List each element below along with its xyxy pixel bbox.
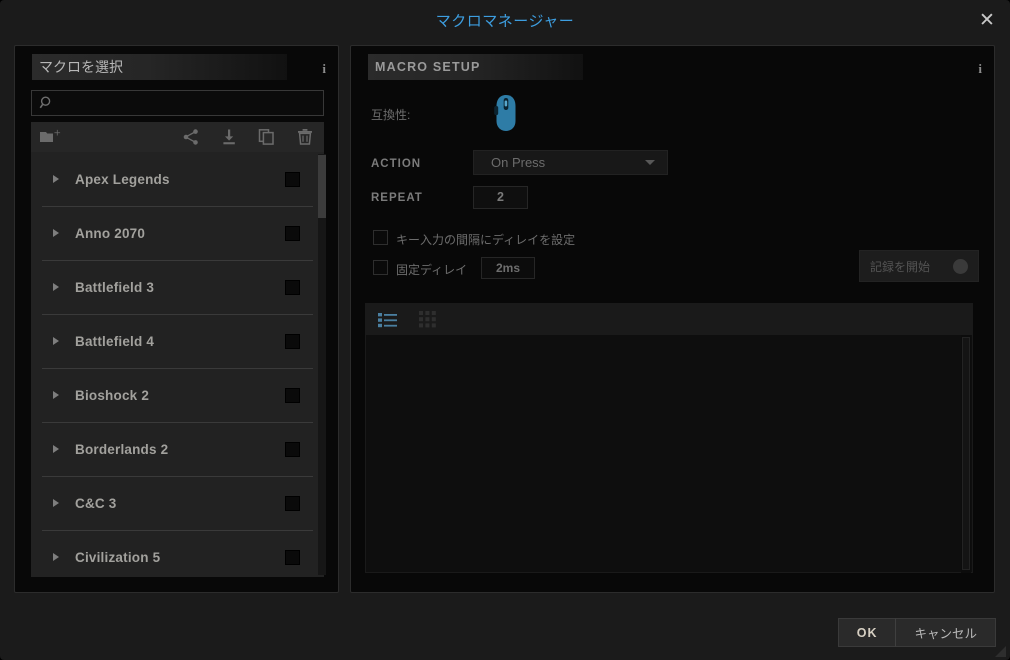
macro-color-swatch[interactable] (285, 495, 300, 511)
record-indicator-icon (953, 258, 968, 274)
macro-list-item[interactable]: Battlefield 3 (31, 260, 324, 314)
resize-grip[interactable] (995, 646, 1006, 657)
expand-arrow-icon[interactable] (53, 337, 59, 345)
list-view-icon[interactable] (368, 304, 408, 335)
macro-item-label: Battlefield 4 (75, 333, 155, 349)
macro-item-label: Apex Legends (75, 171, 170, 187)
footer-buttons: OK キャンセル (837, 618, 996, 647)
left-panel-header: マクロを選択 i (15, 46, 338, 80)
expand-arrow-icon[interactable] (53, 445, 59, 453)
macro-list-scrollbar-thumb[interactable] (318, 155, 326, 218)
action-dropdown-value: On Press (491, 155, 546, 170)
search-box[interactable] (31, 90, 324, 116)
macro-list-scrollbar[interactable] (318, 154, 326, 575)
macro-select-panel: マクロを選択 i + Apex Legends Anno 2070 Battle… (14, 45, 339, 593)
left-panel-title: マクロを選択 (39, 59, 123, 75)
action-dropdown[interactable]: On Press (473, 150, 668, 175)
macro-list-item[interactable]: Anno 2070 (31, 206, 324, 260)
close-icon[interactable]: ✕ (972, 6, 1002, 34)
macro-list-item[interactable]: Borderlands 2 (31, 422, 324, 476)
macro-list[interactable]: Apex Legends Anno 2070 Battlefield 3 Bat… (31, 152, 324, 577)
info-icon[interactable]: i (322, 61, 326, 77)
repeat-label: REPEAT (371, 192, 423, 204)
mouse-icon (493, 94, 519, 137)
macro-color-swatch[interactable] (285, 171, 300, 187)
expand-arrow-icon[interactable] (53, 553, 59, 561)
expand-arrow-icon[interactable] (53, 391, 59, 399)
duplicate-button[interactable] (248, 122, 286, 152)
share-button[interactable] (172, 122, 210, 152)
macro-item-label: Bioshock 2 (75, 387, 150, 403)
grid-view-icon[interactable] (408, 304, 448, 335)
macro-list-item[interactable]: C&C 3 (31, 476, 324, 530)
compatibility-label: 互換性: (371, 108, 411, 122)
macro-item-label: Anno 2070 (75, 225, 146, 241)
new-folder-button[interactable]: + (31, 122, 69, 152)
macro-manager-window: マクロマネージャー ✕ マクロを選択 i + Apex Legends Anno… (0, 0, 1010, 660)
macro-color-swatch[interactable] (285, 333, 300, 349)
chevron-down-icon (645, 160, 655, 165)
delay-between-keys-checkbox[interactable] (373, 230, 388, 245)
fixed-delay-checkbox[interactable] (373, 260, 388, 275)
action-label: ACTION (371, 158, 422, 170)
fixed-delay-label: 固定ディレイ (396, 263, 468, 277)
search-input[interactable] (55, 96, 323, 110)
title-bar: マクロマネージャー ✕ (0, 0, 1010, 44)
macro-list-item[interactable]: Apex Legends (31, 152, 324, 206)
search-icon (39, 95, 55, 111)
start-recording-label: 記録を開始 (870, 259, 931, 274)
macro-item-label: Battlefield 3 (75, 279, 155, 295)
delete-button[interactable] (286, 122, 324, 152)
cancel-button[interactable]: キャンセル (896, 618, 996, 647)
fixed-delay-input[interactable]: 2ms (481, 257, 535, 279)
delay-between-keys-label: キー入力の間隔にディレイを設定 (396, 233, 576, 247)
macro-list-toolbar: + (31, 122, 324, 152)
macro-content-area (365, 303, 973, 573)
macro-color-swatch[interactable] (285, 279, 300, 295)
window-title: マクロマネージャー (435, 13, 575, 30)
macro-item-label: Civilization 5 (75, 549, 161, 565)
macro-content-scrollbar[interactable] (961, 335, 971, 573)
macro-color-swatch[interactable] (285, 441, 300, 457)
macro-setup-title: MACRO SETUP (375, 60, 481, 74)
macro-item-label: C&C 3 (75, 495, 117, 511)
start-recording-button[interactable]: 記録を開始 (859, 250, 979, 282)
repeat-input[interactable]: 2 (473, 186, 528, 209)
right-panel-header: MACRO SETUP i (351, 46, 994, 80)
macro-color-swatch[interactable] (285, 549, 300, 565)
expand-arrow-icon[interactable] (53, 229, 59, 237)
macro-list-item[interactable]: Bioshock 2 (31, 368, 324, 422)
macro-list-item[interactable]: Civilization 5 (31, 530, 324, 577)
expand-arrow-icon[interactable] (53, 283, 59, 291)
expand-arrow-icon[interactable] (53, 175, 59, 183)
ok-button[interactable]: OK (837, 618, 897, 647)
macro-color-swatch[interactable] (285, 225, 300, 241)
macro-item-label: Borderlands 2 (75, 441, 169, 457)
macro-content-scrollbar-thumb[interactable] (962, 337, 970, 570)
svg-text:+: + (54, 129, 62, 139)
import-button[interactable] (210, 122, 248, 152)
info-icon[interactable]: i (978, 61, 982, 77)
expand-arrow-icon[interactable] (53, 499, 59, 507)
macro-list-item[interactable]: Battlefield 4 (31, 314, 324, 368)
view-toolbar (366, 304, 972, 335)
macro-color-swatch[interactable] (285, 387, 300, 403)
